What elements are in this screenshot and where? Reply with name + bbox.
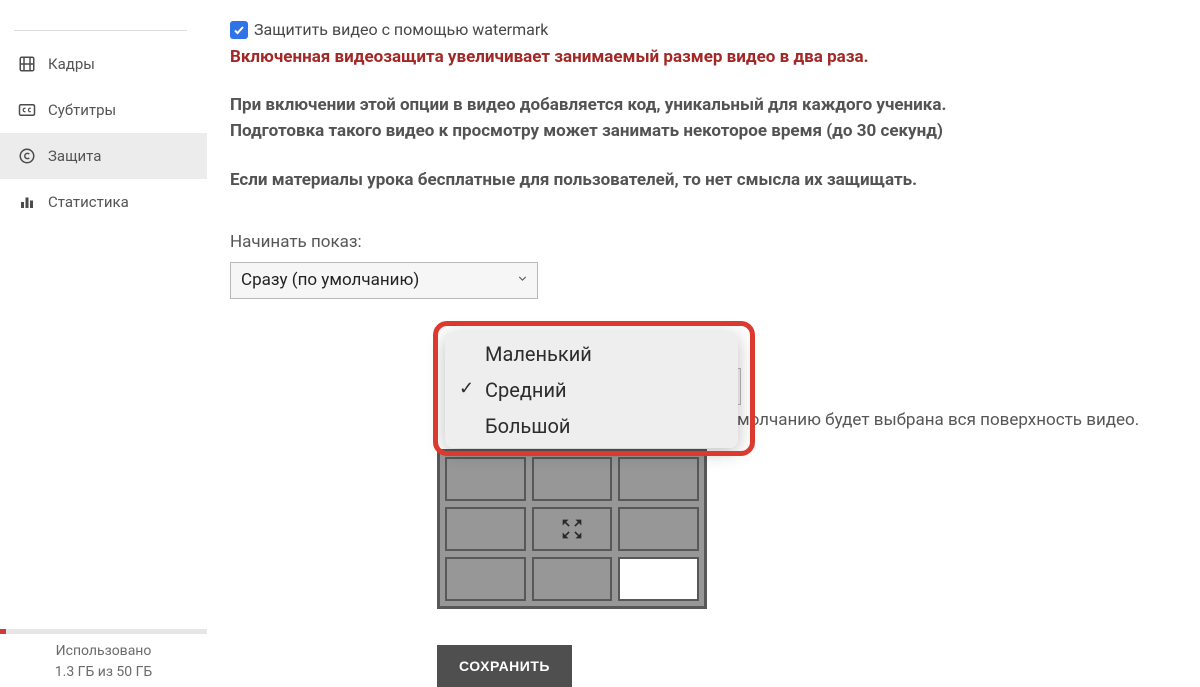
sidebar-item-frames[interactable]: Кадры bbox=[0, 41, 207, 87]
storage-used-value: 1.3 ГБ из 50 ГБ bbox=[0, 662, 207, 682]
sidebar-item-label: Статистика bbox=[48, 193, 129, 211]
sidebar-item-stats[interactable]: Статистика bbox=[0, 179, 207, 225]
description-line-2: Подготовка такого видео к просмотру може… bbox=[230, 119, 1170, 145]
film-icon bbox=[18, 55, 36, 73]
storage-indicator: Использовано 1.3 ГБ из 50 ГБ bbox=[0, 629, 207, 687]
sidebar-item-protection[interactable]: Защита bbox=[0, 133, 207, 179]
copyright-icon bbox=[18, 147, 36, 165]
sidebar: Кадры Субтитры Защита Статистика Использ… bbox=[0, 0, 207, 687]
bars-icon bbox=[18, 193, 36, 211]
watermark-checkbox-label: Защитить видео с помощью watermark bbox=[254, 20, 548, 39]
start-show-label: Начинать показ: bbox=[230, 232, 1170, 252]
start-show-value: Сразу (по умолчанию) bbox=[241, 270, 419, 290]
size-dropdown-menu[interactable]: Маленький Средний Большой bbox=[445, 332, 738, 448]
divider bbox=[14, 30, 187, 31]
grid-cell-top-right[interactable] bbox=[618, 457, 699, 501]
description-line-1: При включении этой опции в видео добавля… bbox=[230, 93, 1170, 119]
watermark-position-grid bbox=[437, 449, 707, 609]
save-button[interactable]: СОХРАНИТЬ bbox=[437, 645, 572, 687]
main-content: Защитить видео с помощью watermark Включ… bbox=[207, 0, 1200, 687]
start-show-select[interactable]: Сразу (по умолчанию) bbox=[230, 262, 538, 299]
grid-cell-bottom-center[interactable] bbox=[532, 557, 613, 601]
storage-fill bbox=[0, 629, 6, 634]
grid-cell-bottom-right[interactable] bbox=[618, 557, 699, 601]
size-option-medium[interactable]: Средний bbox=[445, 372, 738, 408]
chevron-down-icon bbox=[516, 270, 529, 290]
grid-cell-bottom-left[interactable] bbox=[445, 557, 526, 601]
size-option-small[interactable]: Маленький bbox=[445, 336, 738, 372]
sidebar-item-label: Защита bbox=[48, 147, 101, 165]
watermark-checkbox[interactable] bbox=[230, 21, 248, 39]
warning-text: Включенная видеозащита увеличивает заним… bbox=[230, 47, 1170, 67]
area-hint-text: о умолчанию будет выбрана вся поверхност… bbox=[715, 410, 1139, 430]
sidebar-item-subtitles[interactable]: Субтитры bbox=[0, 87, 207, 133]
grid-cell-middle-left[interactable] bbox=[445, 507, 526, 551]
description-line-3: Если материалы урока бесплатные для поль… bbox=[230, 168, 1170, 194]
watermark-checkbox-row[interactable]: Защитить видео с помощью watermark bbox=[230, 20, 1170, 39]
storage-used-label: Использовано bbox=[0, 641, 207, 661]
grid-cell-middle-right[interactable] bbox=[618, 507, 699, 551]
grid-cell-top-center[interactable] bbox=[532, 457, 613, 501]
grid-cell-center[interactable] bbox=[532, 507, 613, 551]
sidebar-item-label: Кадры bbox=[48, 55, 95, 73]
sidebar-item-label: Субтитры bbox=[48, 101, 116, 119]
storage-bar bbox=[0, 629, 207, 634]
grid-cell-top-left[interactable] bbox=[445, 457, 526, 501]
size-option-large[interactable]: Большой bbox=[445, 408, 738, 444]
cc-icon bbox=[18, 101, 36, 119]
